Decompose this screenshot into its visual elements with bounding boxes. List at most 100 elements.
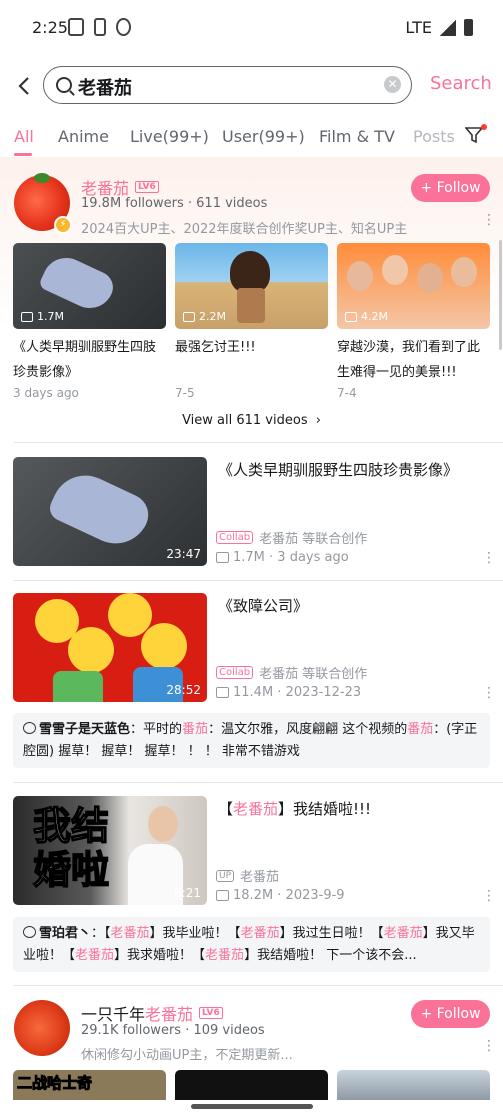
result-title-2[interactable]: 《致障公司》 <box>218 595 483 617</box>
comment-keyword: 老番茄 <box>110 926 150 941</box>
hot-comment-3[interactable]: 雪珀君丶：【老番茄】我毕业啦！【老番茄】我过生日啦！【老番茄】我又毕业啦！【老番… <box>13 917 490 972</box>
result-thumb-3[interactable]: 我结 婚啦 8:21 <box>13 796 207 905</box>
back-button[interactable] <box>12 72 36 100</box>
battery-icon <box>464 19 473 36</box>
face-1 <box>347 261 373 291</box>
divider <box>14 580 503 581</box>
tab-film-tv[interactable]: Film & TV <box>319 127 395 146</box>
video-duration: 23:47 <box>166 547 201 561</box>
result-thumb-2[interactable]: 28:52 <box>13 593 207 702</box>
figure-shape <box>37 250 119 316</box>
hot-comment-2[interactable]: 雪雪子是天蓝色：平时的番茄：温文尔雅，风度翩翩 这个视频的番茄：(字正腔圆) 握… <box>13 713 490 768</box>
view-all-videos-link[interactable]: View all 611 videos › <box>0 413 503 428</box>
chevron-left-icon <box>18 77 29 95</box>
verified-bolt-icon: ⚡ <box>54 216 72 234</box>
second-user-thumb-2[interactable] <box>175 1070 328 1100</box>
collab-tag: Collab <box>216 531 254 544</box>
divider <box>14 985 503 986</box>
level-badge: LV6 <box>135 181 159 193</box>
title-text: 【 <box>218 800 234 818</box>
tab-user[interactable]: User(99+) <box>222 127 305 146</box>
tab-live[interactable]: Live(99+) <box>130 127 209 146</box>
collab-tag: Collab <box>216 666 254 679</box>
author-name[interactable]: 老番茄 <box>240 866 279 885</box>
user-video-title-2[interactable]: 最强乞讨王!!! <box>175 335 328 385</box>
views-badge: 1.7M <box>21 310 64 323</box>
status-time: 2:25 <box>32 18 68 37</box>
second-user-description: 休闲修勾小动画UP主，不定期更新... <box>81 1048 293 1063</box>
home-indicator[interactable] <box>191 1104 313 1109</box>
video-duration: 28:52 <box>166 683 201 697</box>
play-count-icon <box>216 890 229 901</box>
comment-text: 平时的 <box>143 722 183 737</box>
user-video-thumb-2[interactable]: 2.2M <box>175 243 328 329</box>
second-user-stats: 29.1K followers · 109 videos <box>81 1023 265 1038</box>
filter-icon[interactable] <box>465 126 483 144</box>
search-button[interactable]: Search <box>430 73 492 94</box>
bride-face <box>148 806 178 842</box>
tab-posts[interactable]: Posts <box>413 127 455 146</box>
comment-text: 】我结婚啦！ 下一个该不会... <box>244 948 417 963</box>
user-video-date-1: 3 days ago <box>13 386 79 400</box>
more-icon[interactable]: ⋮ <box>482 1039 496 1053</box>
comment-icon <box>23 926 36 938</box>
clear-icon[interactable]: ✕ <box>384 76 401 93</box>
result-author-row-3: UP 老番茄 <box>216 866 279 885</box>
views-badge: 4.2M <box>345 310 388 323</box>
play-count-icon <box>216 687 229 698</box>
follow-button[interactable]: + Follow <box>411 174 490 202</box>
author-name[interactable]: 老番茄 等联合创作 <box>259 663 367 682</box>
comment-keyword: 老番茄 <box>75 948 115 963</box>
video-duration: 8:21 <box>174 886 201 900</box>
comment-text: ：温文尔雅，风度翩翩 这个视频的 <box>208 722 408 737</box>
author-name[interactable]: 老番茄 等联合创作 <box>259 528 367 547</box>
more-icon[interactable]: ⋮ <box>482 889 496 903</box>
user-description: 2024百大UP主、2022年度联合创作奖UP主、知名UP主 <box>81 222 408 237</box>
more-icon[interactable]: ⋮ <box>482 686 496 700</box>
signal-icon <box>440 19 456 36</box>
user-video-title-1[interactable]: 《人类早期驯服野生四肢珍贵影像》 <box>13 335 166 385</box>
face-2 <box>382 255 408 285</box>
second-user-thumb-1[interactable]: 二战哈士奇 <box>13 1070 166 1100</box>
status-bar: 2:25 LTE <box>0 0 503 56</box>
divider <box>14 442 503 443</box>
emoji-face <box>68 627 114 673</box>
scrollbar[interactable] <box>499 240 502 350</box>
name-text: 一只千年 <box>81 1005 146 1024</box>
result-title-1[interactable]: 《人类早期驯服野生四肢珍贵影像》 <box>218 459 483 481</box>
second-user-name[interactable]: 一只千年老番茄 <box>81 1001 193 1025</box>
user-video-thumb-3[interactable]: 4.2M <box>337 243 490 329</box>
body-green <box>53 671 103 702</box>
user-video-date-2: 7-5 <box>175 386 195 400</box>
result-title-3[interactable]: 【老番茄】我结婚啦!!! <box>218 798 483 820</box>
tomato-avatar-image <box>14 1000 70 1056</box>
result-tabs: All Anime Live(99+) User(99+) Film & TV … <box>0 120 503 156</box>
play-count-icon <box>216 552 229 563</box>
title-keyword: 老番茄 <box>233 800 279 818</box>
more-icon[interactable]: ⋮ <box>482 213 496 227</box>
tab-anime[interactable]: Anime <box>58 127 109 146</box>
second-user-avatar[interactable] <box>14 1000 70 1056</box>
search-input[interactable]: 老番茄 <box>78 74 132 100</box>
user-video-thumb-1[interactable]: 1.7M <box>13 243 166 329</box>
emoji-face <box>141 623 187 669</box>
user-video-title-3[interactable]: 穿越沙漠，我们看到了此生难得一见的美景!!! <box>337 335 490 385</box>
play-icon <box>183 311 195 322</box>
result-thumb-1[interactable]: 23:47 <box>13 457 207 566</box>
character-head <box>230 251 270 293</box>
comment-text: 】我毕业啦！【 <box>149 926 241 941</box>
comment-keyword: 老番茄 <box>240 926 280 941</box>
views-count: 2.2M <box>199 310 226 323</box>
result-stats-3: 18.2M · 2023-9-9 <box>216 888 345 903</box>
figure-shape <box>45 464 156 555</box>
views-count: 4.2M <box>361 310 388 323</box>
tab-all[interactable]: All <box>14 127 34 146</box>
more-icon[interactable]: ⋮ <box>482 551 496 565</box>
divider <box>14 782 503 783</box>
second-follow-button[interactable]: + Follow <box>411 1000 490 1028</box>
play-icon <box>345 311 357 322</box>
comment-icon <box>23 722 36 734</box>
thumb-caption: 二战哈士奇 <box>16 1074 93 1093</box>
second-user-thumb-3[interactable] <box>337 1070 490 1100</box>
thumb-caption: 我结 婚啦 <box>32 803 110 893</box>
